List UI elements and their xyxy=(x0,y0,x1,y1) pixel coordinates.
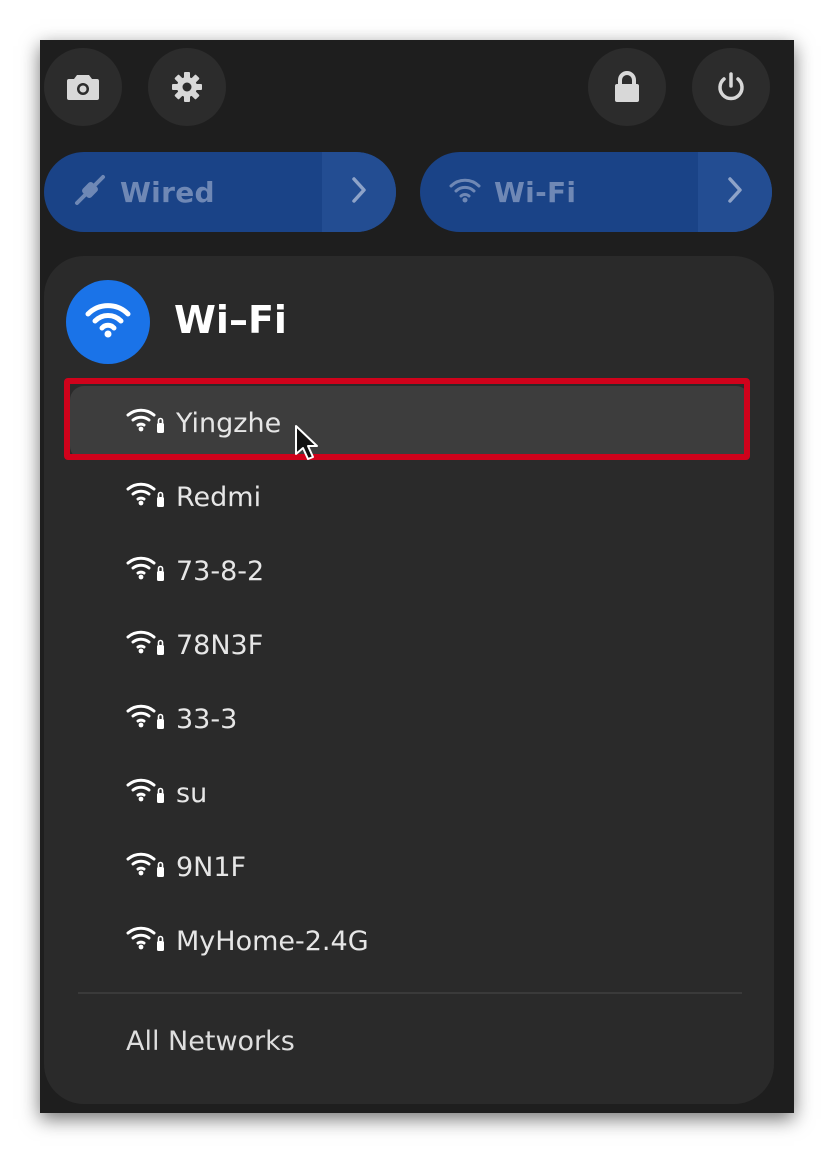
wifi-toggle-label: Wi-Fi xyxy=(494,175,577,209)
all-networks-item[interactable]: All Networks xyxy=(126,1022,295,1062)
network-label: 78N3F xyxy=(176,629,264,661)
pointer-arrow-icon xyxy=(294,425,320,466)
network-item-myhome-2-4g[interactable]: MyHome-2.4G xyxy=(70,904,750,978)
network-label: Yingzhe xyxy=(176,407,282,439)
network-label: 33-3 xyxy=(176,703,238,735)
network-item-su[interactable]: su xyxy=(70,756,750,830)
wifi-signal-icon xyxy=(126,924,166,958)
gear-icon xyxy=(170,70,204,104)
wifi-toggle-main[interactable]: Wi-Fi xyxy=(420,152,698,232)
wired-toggle[interactable]: Wired xyxy=(44,152,396,232)
network-item-73-8-2[interactable]: 73-8-2 xyxy=(70,534,750,608)
wifi-menu-title: Wi–Fi xyxy=(174,298,287,342)
chevron-right-icon xyxy=(726,176,744,208)
wifi-toggle-arrow[interactable] xyxy=(698,152,772,232)
power-button[interactable] xyxy=(692,48,770,126)
network-label: 9N1F xyxy=(176,851,247,883)
wifi-signal-icon xyxy=(126,776,166,810)
network-item-9n1f[interactable]: 9N1F xyxy=(70,830,750,904)
wifi-menu-header-icon xyxy=(66,280,150,364)
menu-separator xyxy=(78,992,742,994)
wifi-signal-icon xyxy=(126,406,166,440)
chevron-right-icon xyxy=(350,176,368,208)
wifi-signal-icon xyxy=(126,702,166,736)
lock-icon xyxy=(613,71,641,103)
wifi-signal-icon xyxy=(126,628,166,662)
network-label: 73-8-2 xyxy=(176,555,265,587)
lock-button[interactable] xyxy=(588,48,666,126)
wired-toggle-arrow[interactable] xyxy=(322,152,396,232)
settings-button[interactable] xyxy=(148,48,226,126)
network-item-33-3[interactable]: 33-3 xyxy=(70,682,750,756)
network-label: su xyxy=(176,777,208,809)
network-label: MyHome-2.4G xyxy=(176,925,369,957)
network-item-yingzhe[interactable]: Yingzhe xyxy=(64,378,750,460)
power-icon xyxy=(715,71,747,103)
wifi-icon xyxy=(84,300,132,344)
wired-toggle-label: Wired xyxy=(120,175,215,209)
wifi-menu: Wi–Fi Yingzhe Redmi 73-8-2 78N3F 33-3 su… xyxy=(44,256,774,1104)
wifi-signal-icon xyxy=(126,554,166,588)
wired-network-icon xyxy=(72,172,108,212)
wifi-icon xyxy=(448,176,482,208)
network-label: Redmi xyxy=(176,481,262,513)
network-list: Yingzhe Redmi 73-8-2 78N3F 33-3 su 9N1F … xyxy=(64,378,750,978)
camera-icon xyxy=(66,73,100,101)
screenshot-button[interactable] xyxy=(44,48,122,126)
wired-toggle-main[interactable]: Wired xyxy=(44,152,322,232)
wifi-toggle[interactable]: Wi-Fi xyxy=(420,152,772,232)
wifi-signal-icon xyxy=(126,850,166,884)
network-item-78n3f[interactable]: 78N3F xyxy=(70,608,750,682)
network-item-redmi[interactable]: Redmi xyxy=(70,460,750,534)
quick-settings-panel: Wired Wi-Fi Wi–Fi Yingzhe Redmi 73-8-2 7… xyxy=(40,40,794,1113)
highlight-box xyxy=(64,378,750,460)
mouse-cursor xyxy=(294,424,320,466)
wifi-signal-icon xyxy=(126,480,166,514)
